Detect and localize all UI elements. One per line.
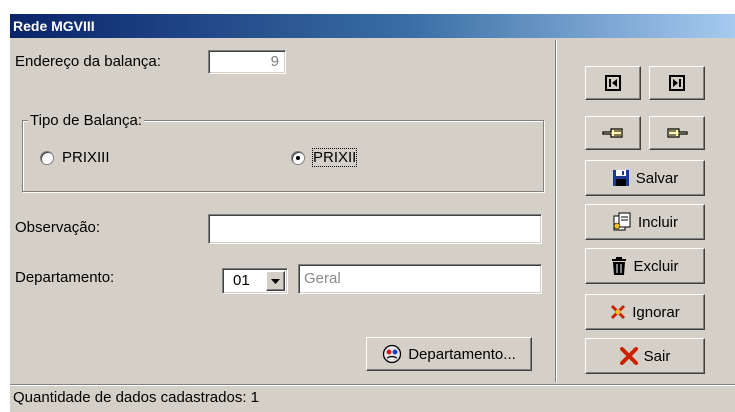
radio-prixiii[interactable]: PRIXIII — [40, 149, 110, 166]
incluir-label: Incluir — [637, 213, 678, 231]
previous-record-button[interactable] — [585, 116, 641, 150]
dropdown-button[interactable] — [266, 271, 285, 291]
excluir-label: Excluir — [633, 257, 679, 275]
departamento-code-select[interactable]: 01 — [222, 268, 288, 294]
departamento-code-value: 01 — [233, 272, 250, 289]
new-document-icon — [613, 212, 631, 231]
sair-label: Sair — [643, 347, 671, 365]
status-bar: Quantidade de dados cadastrados: 1 — [10, 384, 735, 412]
ignorar-label: Ignorar — [632, 303, 680, 321]
floppy-disk-icon — [612, 170, 629, 186]
sair-button[interactable]: Sair — [585, 338, 705, 374]
salvar-label: Salvar — [635, 169, 679, 187]
departamento-name-field: Geral — [298, 264, 542, 294]
first-record-icon — [605, 75, 621, 91]
window-title: Rede MGVIII — [10, 14, 735, 38]
observacao-input[interactable] — [208, 214, 542, 244]
tipo-balanca-legend: Tipo de Balança: — [28, 112, 145, 129]
panel-divider — [555, 40, 557, 382]
ignorar-button[interactable]: Ignorar — [585, 294, 705, 330]
observacao-label: Observação: — [15, 219, 101, 236]
departamento-button-label: Departamento... — [408, 345, 516, 363]
departamento-label: Departamento: — [15, 269, 115, 286]
next-record-button[interactable] — [649, 116, 705, 150]
pointing-left-icon — [602, 128, 623, 138]
app-window: Rede MGVIII Endereço da balança: 9 Tipo … — [10, 14, 735, 412]
radio-prixii-label: PRIXII — [311, 148, 358, 167]
departamento-button[interactable]: Departamento... — [366, 337, 532, 371]
pointing-right-icon — [667, 128, 688, 138]
radio-prixii-circle — [291, 150, 305, 165]
last-record-icon — [669, 75, 685, 91]
last-record-button[interactable] — [649, 66, 705, 100]
radio-prixiii-label: PRIXIII — [62, 149, 110, 166]
excluir-button[interactable]: Excluir — [585, 248, 705, 284]
endereco-label: Endereço da balança: — [15, 53, 161, 70]
ignore-x-icon — [611, 304, 626, 320]
chevron-down-icon — [271, 278, 280, 284]
radio-prixiii-circle — [40, 150, 54, 165]
departamento-icon — [383, 344, 402, 364]
status-text: Quantidade de dados cadastrados: 1 — [13, 389, 260, 406]
endereco-input[interactable]: 9 — [208, 50, 286, 74]
trash-can-icon — [612, 257, 627, 275]
exit-x-icon — [619, 347, 638, 365]
radio-selected-dot — [296, 155, 300, 160]
radio-prixii[interactable]: PRIXII — [291, 148, 358, 167]
salvar-button[interactable]: Salvar — [585, 160, 705, 196]
incluir-button[interactable]: Incluir — [585, 204, 705, 240]
first-record-button[interactable] — [585, 66, 641, 100]
